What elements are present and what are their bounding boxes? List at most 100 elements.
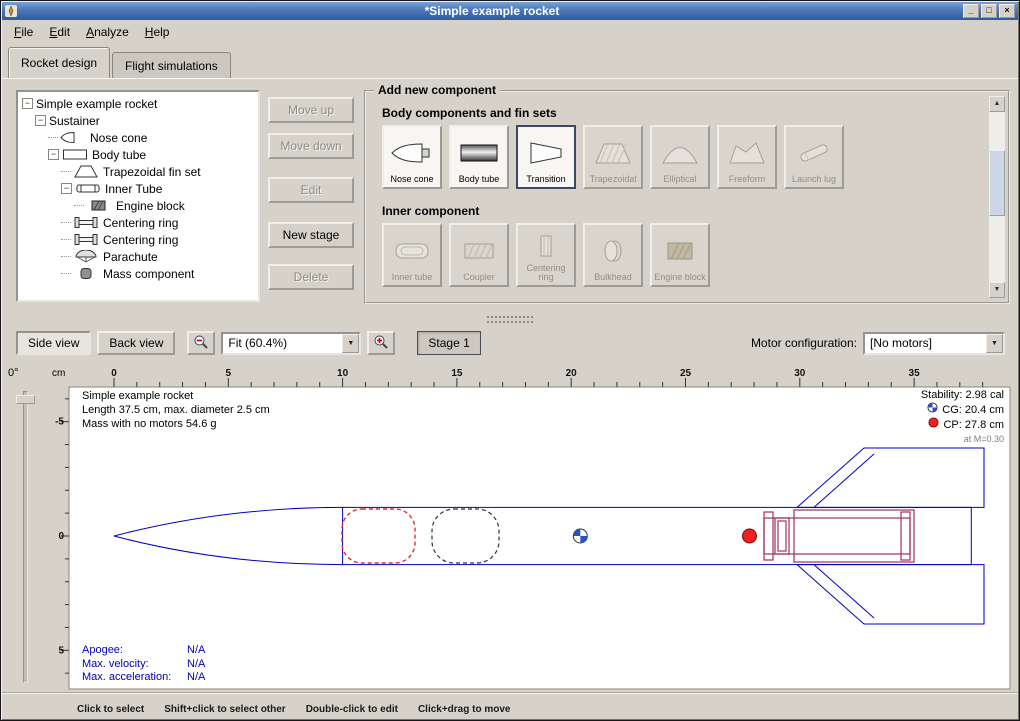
nosecone-icon xyxy=(60,131,86,144)
add-engine-block-button[interactable]: Engine block xyxy=(650,223,710,287)
back-view-button[interactable]: Back view xyxy=(97,331,175,355)
tree-expander-icon[interactable]: − xyxy=(22,98,33,109)
zoom-select[interactable]: Fit (60.4%) ▼ xyxy=(221,332,361,355)
stability-info: Stability: 2.98 cal CG: 20.4 cm CP: 27.8… xyxy=(921,388,1004,446)
section-label-inner-component: Inner component xyxy=(382,204,982,218)
tab-flight-simulations[interactable]: Flight simulations xyxy=(112,52,231,78)
ruler-label: 25 xyxy=(680,368,692,379)
rocket-mass: Mass with no motors 54.6 g xyxy=(82,417,270,431)
add-centering-ring-button[interactable]: Centering ring xyxy=(516,223,576,287)
add-body-tube-button[interactable]: Body tube xyxy=(449,125,509,189)
tree-item-centering-ring[interactable]: Centering ring xyxy=(22,231,258,248)
splitter-handle[interactable] xyxy=(2,313,1018,326)
component-scrollbar[interactable]: ▲ ▼ xyxy=(989,96,1005,298)
tree-item-trapezoidal-fin-set[interactable]: Trapezoidal fin set xyxy=(22,163,258,180)
status-hint: Double-click to edit xyxy=(306,704,398,715)
chevron-down-icon[interactable]: ▼ xyxy=(342,334,359,353)
add-coupler-button[interactable]: Coupler xyxy=(449,223,509,287)
mach-readout: at M=0.30 xyxy=(921,432,1004,446)
rotation-slider-thumb[interactable] xyxy=(16,395,35,404)
titlebar[interactable]: *Simple example rocket _ □ × xyxy=(2,2,1018,20)
close-button[interactable]: × xyxy=(999,4,1015,18)
menu-edit[interactable]: Edit xyxy=(41,23,78,41)
elliptical-icon xyxy=(656,130,704,175)
splitter-dots xyxy=(487,321,533,323)
nosecone-icon xyxy=(388,130,436,175)
tree-item-label: Sustainer xyxy=(49,114,100,128)
move-down-button[interactable]: Move down xyxy=(268,133,354,159)
cp-marker[interactable] xyxy=(743,529,757,543)
rocket-info: Simple example rocket Length 37.5 cm, ma… xyxy=(82,389,270,431)
stability-readout: Stability: 2.98 cal xyxy=(921,388,1004,402)
component-button-label: Coupler xyxy=(463,273,495,282)
flight-row-apogee: Apogee:N/A xyxy=(82,644,205,658)
tree-expander-icon[interactable]: − xyxy=(61,183,72,194)
delete-button[interactable]: Delete xyxy=(268,264,354,290)
add-bulkhead-button[interactable]: Bulkhead xyxy=(583,223,643,287)
zoom-out-button[interactable] xyxy=(187,331,215,355)
add-inner-tube-button[interactable]: Inner tube xyxy=(382,223,442,287)
tree-item-label: Engine block xyxy=(116,199,185,213)
stage-1-toggle[interactable]: Stage 1 xyxy=(417,331,480,355)
tree-connector xyxy=(61,171,71,172)
component-button-label: Elliptical xyxy=(663,175,696,184)
add-trapezoidal-button[interactable]: Trapezoidal xyxy=(583,125,643,189)
tree-item-inner-tube[interactable]: − Inner Tube xyxy=(22,180,258,197)
tree-expander-icon[interactable]: − xyxy=(35,115,46,126)
scroll-up-icon[interactable]: ▲ xyxy=(989,96,1005,112)
tree-item-mass-component[interactable]: Mass component xyxy=(22,265,258,282)
ruler-label: 0 xyxy=(58,531,64,542)
tree-expander-icon[interactable]: − xyxy=(48,149,59,160)
edit-button[interactable]: Edit xyxy=(268,177,354,203)
cp-readout: CP: 27.8 cm xyxy=(921,417,1004,432)
tree-item-label: Mass component xyxy=(103,267,194,281)
tree-item-label: Inner Tube xyxy=(105,182,162,196)
scrollbar-thumb[interactable] xyxy=(989,150,1005,216)
status-hint: Click+drag to move xyxy=(418,704,511,715)
tree-item-nose-cone[interactable]: Nose cone xyxy=(22,129,258,146)
tree-item-body-tube[interactable]: −Body tube xyxy=(22,146,258,163)
zoom-out-icon xyxy=(193,334,209,353)
tree-item-centering-ring[interactable]: Centering ring xyxy=(22,214,258,231)
cp-value: CP: 27.8 cm xyxy=(943,418,1004,432)
centeringring-icon xyxy=(522,228,570,264)
scroll-down-icon[interactable]: ▼ xyxy=(989,282,1005,298)
view-toolbar: Side view Back view Fit (60.4%) ▼ Stage … xyxy=(2,326,1018,360)
tree-item-sustainer[interactable]: −Sustainer xyxy=(22,112,258,129)
move-up-button[interactable]: Move up xyxy=(268,97,354,123)
rotation-angle-label: 0° xyxy=(8,367,19,379)
tree-item-parachute[interactable]: Parachute xyxy=(22,248,258,265)
zoom-in-button[interactable] xyxy=(367,331,395,355)
motor-config-select[interactable]: [No motors] ▼ xyxy=(863,332,1005,355)
tab-rocket-design[interactable]: Rocket design xyxy=(8,47,110,78)
add-nose-cone-button[interactable]: Nose cone xyxy=(382,125,442,189)
chevron-down-icon[interactable]: ▼ xyxy=(986,334,1003,353)
scrollbar-track[interactable] xyxy=(989,112,1005,282)
menu-help[interactable]: Help xyxy=(137,23,178,41)
tab-bar: Rocket designFlight simulations xyxy=(2,43,1018,78)
side-view-button[interactable]: Side view xyxy=(16,331,91,355)
menu-analyze[interactable]: Analyze xyxy=(78,23,137,41)
cg-marker[interactable] xyxy=(573,529,587,543)
flight-value: N/A xyxy=(187,671,205,685)
maximize-button[interactable]: □ xyxy=(981,4,997,18)
add-elliptical-button[interactable]: Elliptical xyxy=(650,125,710,189)
add-freeform-button[interactable]: Freeform xyxy=(717,125,777,189)
add-launch-lug-button[interactable]: Launch lug xyxy=(784,125,844,189)
figure-canvas[interactable] xyxy=(69,387,1010,689)
menu-file[interactable]: File xyxy=(6,23,41,41)
add-transition-button[interactable]: Transition xyxy=(516,125,576,189)
cp-icon xyxy=(928,417,939,432)
component-button-label: Nose cone xyxy=(390,175,433,184)
rotation-slider[interactable] xyxy=(23,391,28,683)
flight-info: Apogee:N/AMax. velocity:N/AMax. accelera… xyxy=(82,644,205,685)
flight-label: Max. velocity: xyxy=(82,658,187,672)
new-stage-button[interactable]: New stage xyxy=(268,222,354,248)
innertube-icon xyxy=(75,182,101,195)
fin-icon xyxy=(73,165,99,178)
zoom-value: Fit (60.4%) xyxy=(223,336,342,350)
tree-item-simple-example-rocket[interactable]: −Simple example rocket xyxy=(22,95,258,112)
tree-item-engine-block[interactable]: Engine block xyxy=(22,197,258,214)
motor-config-value: [No motors] xyxy=(865,336,986,350)
minimize-button[interactable]: _ xyxy=(963,4,979,18)
